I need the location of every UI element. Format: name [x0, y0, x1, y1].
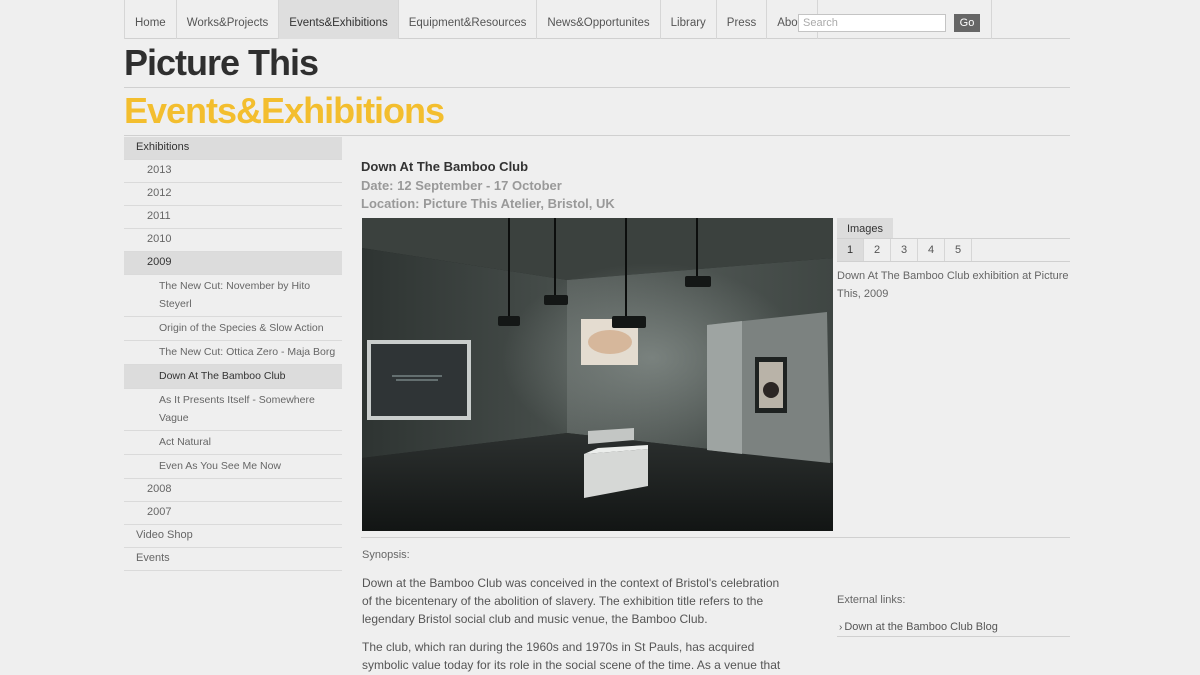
sidebar-subitem-new-cut-ottica-zero[interactable]: The New Cut: Ottica Zero - Maja Borg [124, 341, 342, 365]
sidebar-item-2008[interactable]: 2008 [124, 479, 342, 502]
search-go-button[interactable]: Go [954, 14, 980, 32]
images-tab[interactable]: Images [837, 218, 893, 239]
sidebar-subitem-bamboo-club[interactable]: Down At The Bamboo Club [124, 365, 342, 389]
external-link-bamboo-blog[interactable]: › Down at the Bamboo Club Blog [837, 617, 1070, 637]
sidebar-item-2007[interactable]: 2007 [124, 502, 342, 525]
sidebar-subitem-even-as-you-see-me[interactable]: Even As You See Me Now [124, 455, 342, 479]
nav-tab-events-exhibitions[interactable]: Events&Exhibitions [279, 0, 399, 39]
divider [361, 537, 1070, 538]
divider [124, 87, 1070, 88]
nav-tab-news-opportunities[interactable]: News&Opportunites [537, 0, 661, 39]
nav-tabs: Home Works&Projects Events&Exhibitions E… [124, 0, 819, 39]
sidebar-subitem-act-natural[interactable]: Act Natural [124, 431, 342, 455]
exhibition-photo-image [362, 218, 833, 531]
synopsis-paragraph-2: The club, which ran during the 1960s and… [362, 640, 781, 672]
image-caption: Down At The Bamboo Club exhibition at Pi… [837, 270, 1069, 300]
external-links-label: External links: [837, 594, 906, 606]
sidebar-subitem-origin-of-species[interactable]: Origin of the Species & Slow Action [124, 317, 342, 341]
external-link-label: Down at the Bamboo Club Blog [844, 621, 998, 633]
sidebar-item-2009[interactable]: 2009 [124, 252, 342, 275]
sidebar-subitem-as-it-presents-itself[interactable]: As It Presents Itself - Somewhere Vague [124, 389, 342, 431]
search-area: Go [788, 0, 992, 39]
nav-tab-equipment-resources[interactable]: Equipment&Resources [399, 0, 538, 39]
divider [837, 261, 1070, 262]
image-page-2[interactable]: 2 [864, 239, 891, 261]
sidebar-subitem-new-cut-november[interactable]: The New Cut: November by Hito Steyerl [124, 275, 342, 317]
event-date: Date: 12 September - 17 October [361, 178, 562, 193]
sidebar-item-2012[interactable]: 2012 [124, 183, 342, 206]
event-location: Location: Picture This Atelier, Bristol,… [361, 196, 615, 211]
nav-tab-works-projects[interactable]: Works&Projects [177, 0, 280, 39]
image-page-5[interactable]: 5 [945, 239, 972, 261]
nav-tab-home[interactable]: Home [124, 0, 177, 39]
section-title: Events&Exhibitions [124, 90, 445, 131]
site-title[interactable]: Picture This [124, 42, 319, 84]
sidebar-item-video-shop[interactable]: Video Shop [124, 525, 342, 548]
sidebar-item-exhibitions[interactable]: Exhibitions [124, 137, 342, 160]
synopsis-paragraph-1: Down at the Bamboo Club was conceived in… [362, 576, 780, 626]
event-title: Down At The Bamboo Club [361, 159, 529, 174]
sidebar-item-events[interactable]: Events [124, 548, 342, 571]
synopsis-label: Synopsis: [362, 549, 410, 561]
image-page-1[interactable]: 1 [837, 239, 864, 261]
nav-tab-library[interactable]: Library [661, 0, 717, 39]
nav-tab-press[interactable]: Press [717, 0, 768, 39]
synopsis-text: Down at the Bamboo Club was conceived in… [362, 574, 786, 675]
sidebar-item-2013[interactable]: 2013 [124, 160, 342, 183]
image-pager: 1 2 3 4 5 [837, 239, 972, 261]
sidebar-item-2010[interactable]: 2010 [124, 229, 342, 252]
sidebar-item-2011[interactable]: 2011 [124, 206, 342, 229]
image-page-3[interactable]: 3 [891, 239, 918, 261]
divider [124, 135, 1070, 136]
top-navigation: Home Works&Projects Events&Exhibitions E… [124, 0, 1070, 39]
image-page-4[interactable]: 4 [918, 239, 945, 261]
search-input[interactable] [798, 14, 946, 32]
sidebar: Exhibitions 2013 2012 2011 2010 2009 The… [124, 137, 342, 571]
exhibition-photo[interactable] [362, 218, 833, 531]
